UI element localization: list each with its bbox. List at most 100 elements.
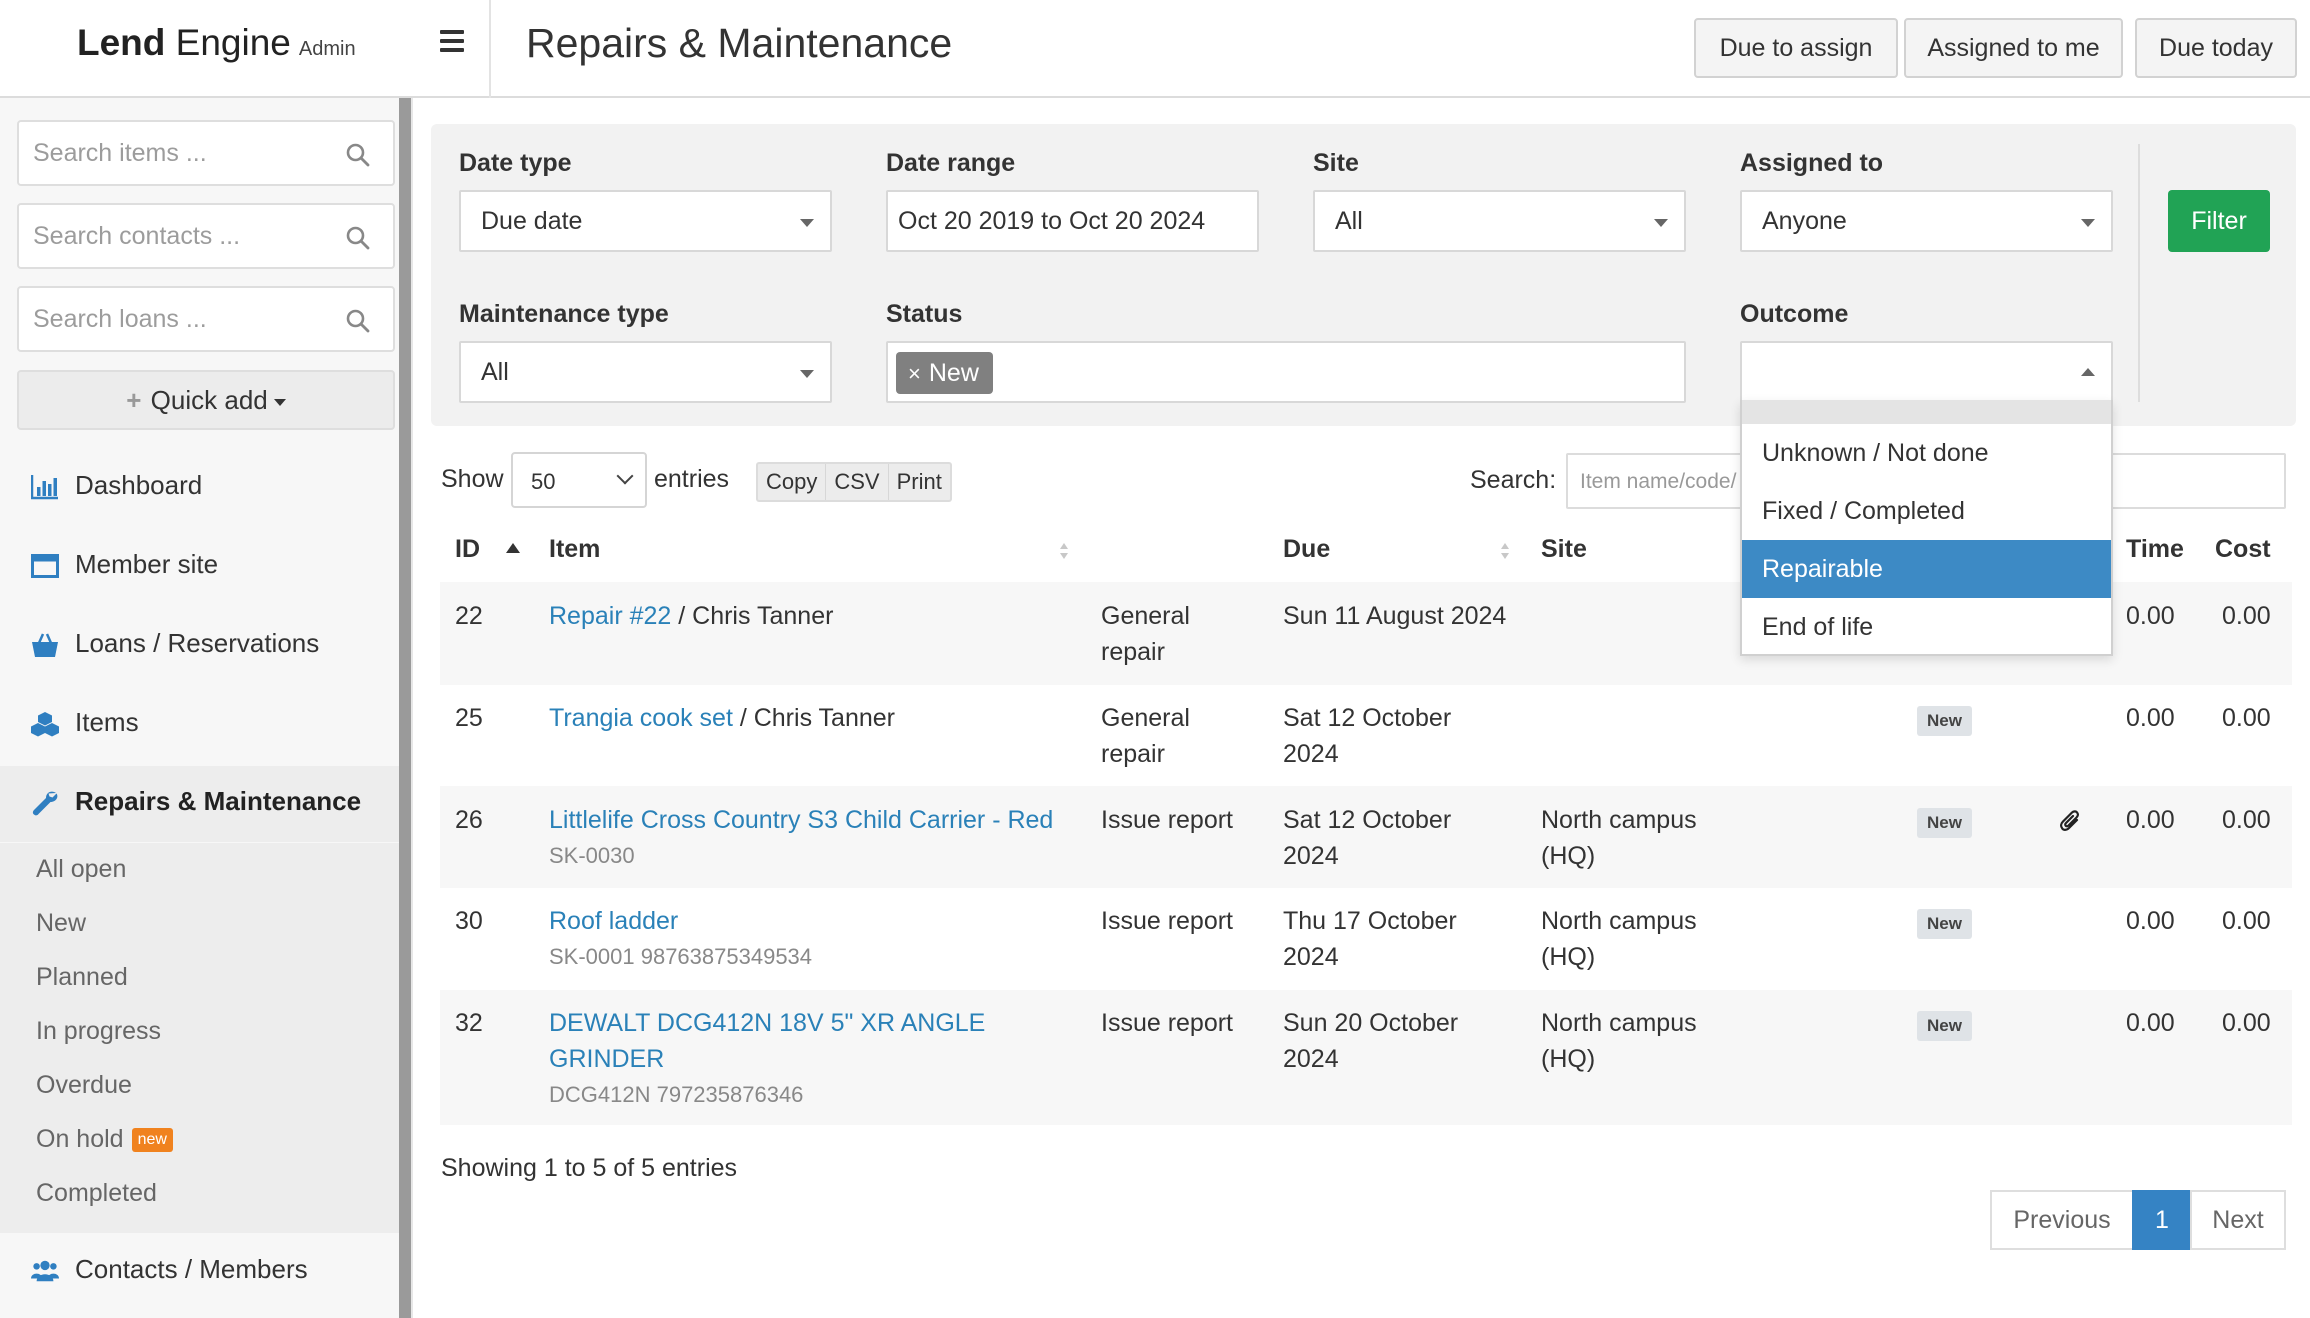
assigned-to-me-button[interactable]: Assigned to me: [1904, 18, 2123, 78]
submenu-in-progress[interactable]: In progress: [36, 1017, 161, 1046]
cell-type: Issue report: [1101, 806, 1234, 834]
nav-loans-reservations[interactable]: Loans / Reservations: [0, 608, 399, 684]
cell-time: 0.00: [2126, 602, 2175, 630]
cell-type: Issue report: [1101, 907, 1234, 935]
brand-logo[interactable]: Lend Engine Admin: [77, 22, 356, 64]
item-link[interactable]: Repair #22: [549, 602, 671, 630]
copy-button[interactable]: Copy: [758, 464, 827, 500]
due-today-button[interactable]: Due today: [2135, 18, 2297, 78]
cell-id: 30: [455, 907, 483, 935]
page-length-select[interactable]: 50: [511, 452, 647, 508]
cell-due: Sun 20 October 2024: [1283, 1009, 1459, 1073]
item-link[interactable]: DEWALT DCG412N 18V 5" XR ANGLE GRINDER: [549, 1009, 985, 1073]
entries-label: entries: [654, 465, 730, 493]
outcome-select[interactable]: [1740, 341, 2113, 403]
search-items-input[interactable]: [31, 130, 331, 176]
assigned-to-select[interactable]: Anyone: [1740, 190, 2113, 252]
caret-down-icon: [2081, 219, 2095, 227]
nav-label: Member site: [75, 549, 219, 579]
cubes-icon: [31, 712, 59, 737]
dropdown-empty-option[interactable]: [1742, 400, 2111, 424]
site-select[interactable]: All: [1313, 190, 1686, 252]
cell-time: 0.00: [2126, 704, 2175, 732]
cell-site: North campus (HQ): [1541, 1009, 1697, 1073]
date-type-select[interactable]: Due date: [459, 190, 832, 252]
item-link[interactable]: Littlelife Cross Country S3 Child Carrie…: [549, 806, 1053, 834]
pagination-next[interactable]: Next: [2190, 1190, 2286, 1250]
nav-dashboard[interactable]: Dashboard: [0, 450, 399, 526]
sort-icon[interactable]: [1500, 542, 1510, 560]
print-button[interactable]: Print: [889, 464, 950, 500]
filter-button[interactable]: Filter: [2168, 190, 2270, 252]
column-header-cost[interactable]: Cost: [2215, 535, 2271, 564]
bar-chart-icon: [31, 475, 58, 500]
search-contacts-box[interactable]: [17, 203, 395, 269]
caret-up-icon: [2081, 368, 2095, 376]
cell-item: Roof ladder: [549, 903, 1069, 939]
sort-icon[interactable]: [1059, 542, 1069, 560]
caret-down-icon: [800, 370, 814, 378]
cell-id: 25: [455, 704, 483, 732]
status-multiselect[interactable]: × New: [886, 341, 1686, 403]
submenu-planned[interactable]: Planned: [36, 963, 128, 992]
maintenance-type-select[interactable]: All: [459, 341, 832, 403]
wrench-icon: [32, 791, 58, 816]
cell-site: North campus (HQ): [1541, 806, 1697, 870]
paperclip-icon[interactable]: [2060, 808, 2082, 834]
pagination-page-1[interactable]: 1: [2132, 1190, 2192, 1250]
submenu-all-open[interactable]: All open: [36, 855, 126, 884]
cell-type: General repair: [1101, 602, 1190, 666]
menu-toggle-icon[interactable]: [440, 30, 464, 52]
assigned-to-label: Assigned to: [1740, 149, 1884, 177]
outcome-option-fixed[interactable]: Fixed / Completed: [1742, 482, 2111, 540]
cell-due: Sat 12 October 2024: [1283, 806, 1452, 870]
cell-time: 0.00: [2126, 907, 2175, 935]
contact-name: / Chris Tanner: [732, 704, 895, 732]
csv-button[interactable]: CSV: [826, 464, 889, 500]
cell-item: Littlelife Cross Country S3 Child Carrie…: [549, 802, 1089, 838]
search-items-box[interactable]: [17, 120, 395, 186]
status-label: Status: [886, 300, 963, 328]
quick-add-button[interactable]: + Quick add: [17, 370, 395, 430]
cell-item: Trangia cook set / Chris Tanner: [549, 700, 1069, 736]
nav-contacts-members[interactable]: Contacts / Members: [0, 1234, 399, 1310]
nav-items[interactable]: Items: [0, 687, 399, 763]
status-badge: New: [1917, 1011, 1972, 1041]
due-to-assign-button[interactable]: Due to assign: [1694, 18, 1898, 78]
sort-asc-icon[interactable]: [505, 542, 521, 554]
cell-site: North campus (HQ): [1541, 907, 1697, 971]
outcome-option-unknown[interactable]: Unknown / Not done: [1742, 424, 2111, 482]
cell-due: Sun 11 August 2024: [1283, 602, 1507, 630]
column-header-item[interactable]: Item: [549, 535, 600, 564]
submenu-on-hold[interactable]: On hold new: [36, 1125, 173, 1154]
sidebar-scrollbar[interactable]: [399, 98, 411, 1318]
column-header-id[interactable]: ID: [455, 535, 480, 564]
submenu-overdue[interactable]: Overdue: [36, 1071, 132, 1100]
item-sku: SK-0030: [549, 843, 635, 868]
column-header-time[interactable]: Time: [2126, 535, 2184, 564]
item-link[interactable]: Trangia cook set: [549, 704, 733, 732]
nav-repairs-maintenance[interactable]: Repairs & Maintenance: [0, 766, 399, 842]
brand-name-light: Engine: [175, 22, 291, 63]
cell-cost: 0.00: [2222, 602, 2271, 630]
item-link[interactable]: Roof ladder: [549, 907, 678, 935]
submenu-completed[interactable]: Completed: [36, 1179, 157, 1208]
date-type-label: Date type: [459, 149, 572, 177]
nav-member-site[interactable]: Member site: [0, 529, 399, 605]
outcome-option-end-of-life[interactable]: End of life: [1742, 598, 2111, 656]
search-loans-input[interactable]: [31, 296, 331, 342]
remove-chip-icon[interactable]: ×: [908, 361, 921, 386]
cell-type: Issue report: [1101, 1009, 1234, 1037]
caret-down-icon: [273, 398, 286, 406]
date-range-input[interactable]: Oct 20 2019 to Oct 20 2024: [886, 190, 1259, 252]
submenu-new[interactable]: New: [36, 909, 86, 938]
column-header-site[interactable]: Site: [1541, 535, 1587, 564]
nav-label: Contacts / Members: [75, 1254, 308, 1284]
pagination-previous[interactable]: Previous: [1990, 1190, 2134, 1250]
search-loans-box[interactable]: [17, 286, 395, 352]
outcome-option-repairable[interactable]: Repairable: [1742, 540, 2111, 598]
search-contacts-input[interactable]: [31, 213, 331, 259]
table-info: Showing 1 to 5 of 5 entries: [441, 1154, 738, 1182]
column-header-due[interactable]: Due: [1283, 535, 1330, 564]
nav-label: Repairs & Maintenance: [75, 786, 362, 816]
